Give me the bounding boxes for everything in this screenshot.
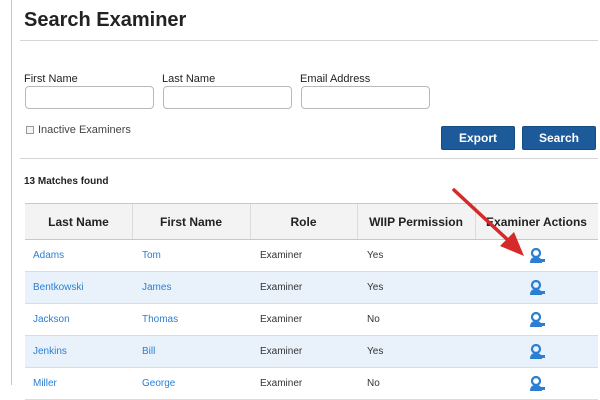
first-name-input[interactable] <box>25 86 154 109</box>
last-name-label: Last Name <box>162 73 216 85</box>
last-name-link[interactable]: Jackson <box>25 304 132 335</box>
column-header-first-name[interactable]: First Name <box>132 204 251 239</box>
inactive-examiners-checkbox[interactable] <box>26 126 34 134</box>
table-row: Jackson Thomas Examiner No <box>25 304 598 336</box>
first-name-label: First Name <box>24 73 78 85</box>
role-cell: Examiner <box>260 378 303 389</box>
first-name-link[interactable]: Tom <box>132 240 250 271</box>
edit-user-icon[interactable] <box>528 311 546 328</box>
examiner-action-cell <box>475 336 598 367</box>
column-header-examiner-actions: Examiner Actions <box>486 214 587 229</box>
first-name-link[interactable]: Thomas <box>132 304 250 335</box>
column-header-wiip-permission[interactable]: WIIP Permission <box>357 204 476 239</box>
title-divider <box>20 40 598 41</box>
first-name-link[interactable]: Bill <box>132 336 250 367</box>
last-name-link[interactable]: Miller <box>25 368 132 399</box>
table-row: Jenkins Bill Examiner Yes <box>25 336 598 368</box>
wiip-permission-cell: Yes <box>367 282 384 293</box>
match-count: 13 Matches found <box>24 176 109 187</box>
edit-user-icon[interactable] <box>528 247 546 264</box>
edit-user-icon[interactable] <box>528 375 546 392</box>
examiner-action-cell <box>475 304 598 335</box>
last-name-link[interactable]: Jenkins <box>25 336 132 367</box>
section-divider <box>20 158 598 159</box>
examiner-action-cell <box>475 368 598 399</box>
table-row: Adams Tom Examiner Yes <box>25 240 598 272</box>
wiip-permission-cell: No <box>367 378 380 389</box>
role-cell: Examiner <box>260 346 303 357</box>
last-name-link[interactable]: Bentkowski <box>25 272 132 303</box>
role-cell: Examiner <box>260 282 303 293</box>
inactive-examiners-label: Inactive Examiners <box>38 124 131 136</box>
first-name-link[interactable]: James <box>132 272 250 303</box>
export-button[interactable]: Export <box>441 126 515 150</box>
examiner-action-cell <box>475 240 598 271</box>
table-row: Bentkowski James Examiner Yes <box>25 272 598 304</box>
examiner-action-cell <box>475 272 598 303</box>
role-cell: Examiner <box>260 314 303 325</box>
wiip-permission-cell: No <box>367 314 380 325</box>
results-table: Last Name First Name Role WIIP Permissio… <box>25 203 598 400</box>
column-header-role[interactable]: Role <box>250 204 358 239</box>
edit-user-icon[interactable] <box>528 279 546 296</box>
email-label: Email Address <box>300 73 371 85</box>
wiip-permission-cell: Yes <box>367 346 384 357</box>
last-name-link[interactable]: Adams <box>25 240 132 271</box>
table-row: Miller George Examiner No <box>25 368 598 400</box>
email-input[interactable] <box>301 86 430 109</box>
page-title: Search Examiner <box>24 9 187 31</box>
edit-user-icon[interactable] <box>528 343 546 360</box>
last-name-input[interactable] <box>163 86 292 109</box>
first-name-link[interactable]: George <box>132 368 250 399</box>
role-cell: Examiner <box>260 250 303 261</box>
search-button[interactable]: Search <box>522 126 596 150</box>
wiip-permission-cell: Yes <box>367 250 384 261</box>
column-header-last-name[interactable]: Last Name <box>25 204 133 239</box>
inactive-examiners-option[interactable]: Inactive Examiners <box>26 124 131 136</box>
table-header: Last Name First Name Role WIIP Permissio… <box>25 204 598 240</box>
